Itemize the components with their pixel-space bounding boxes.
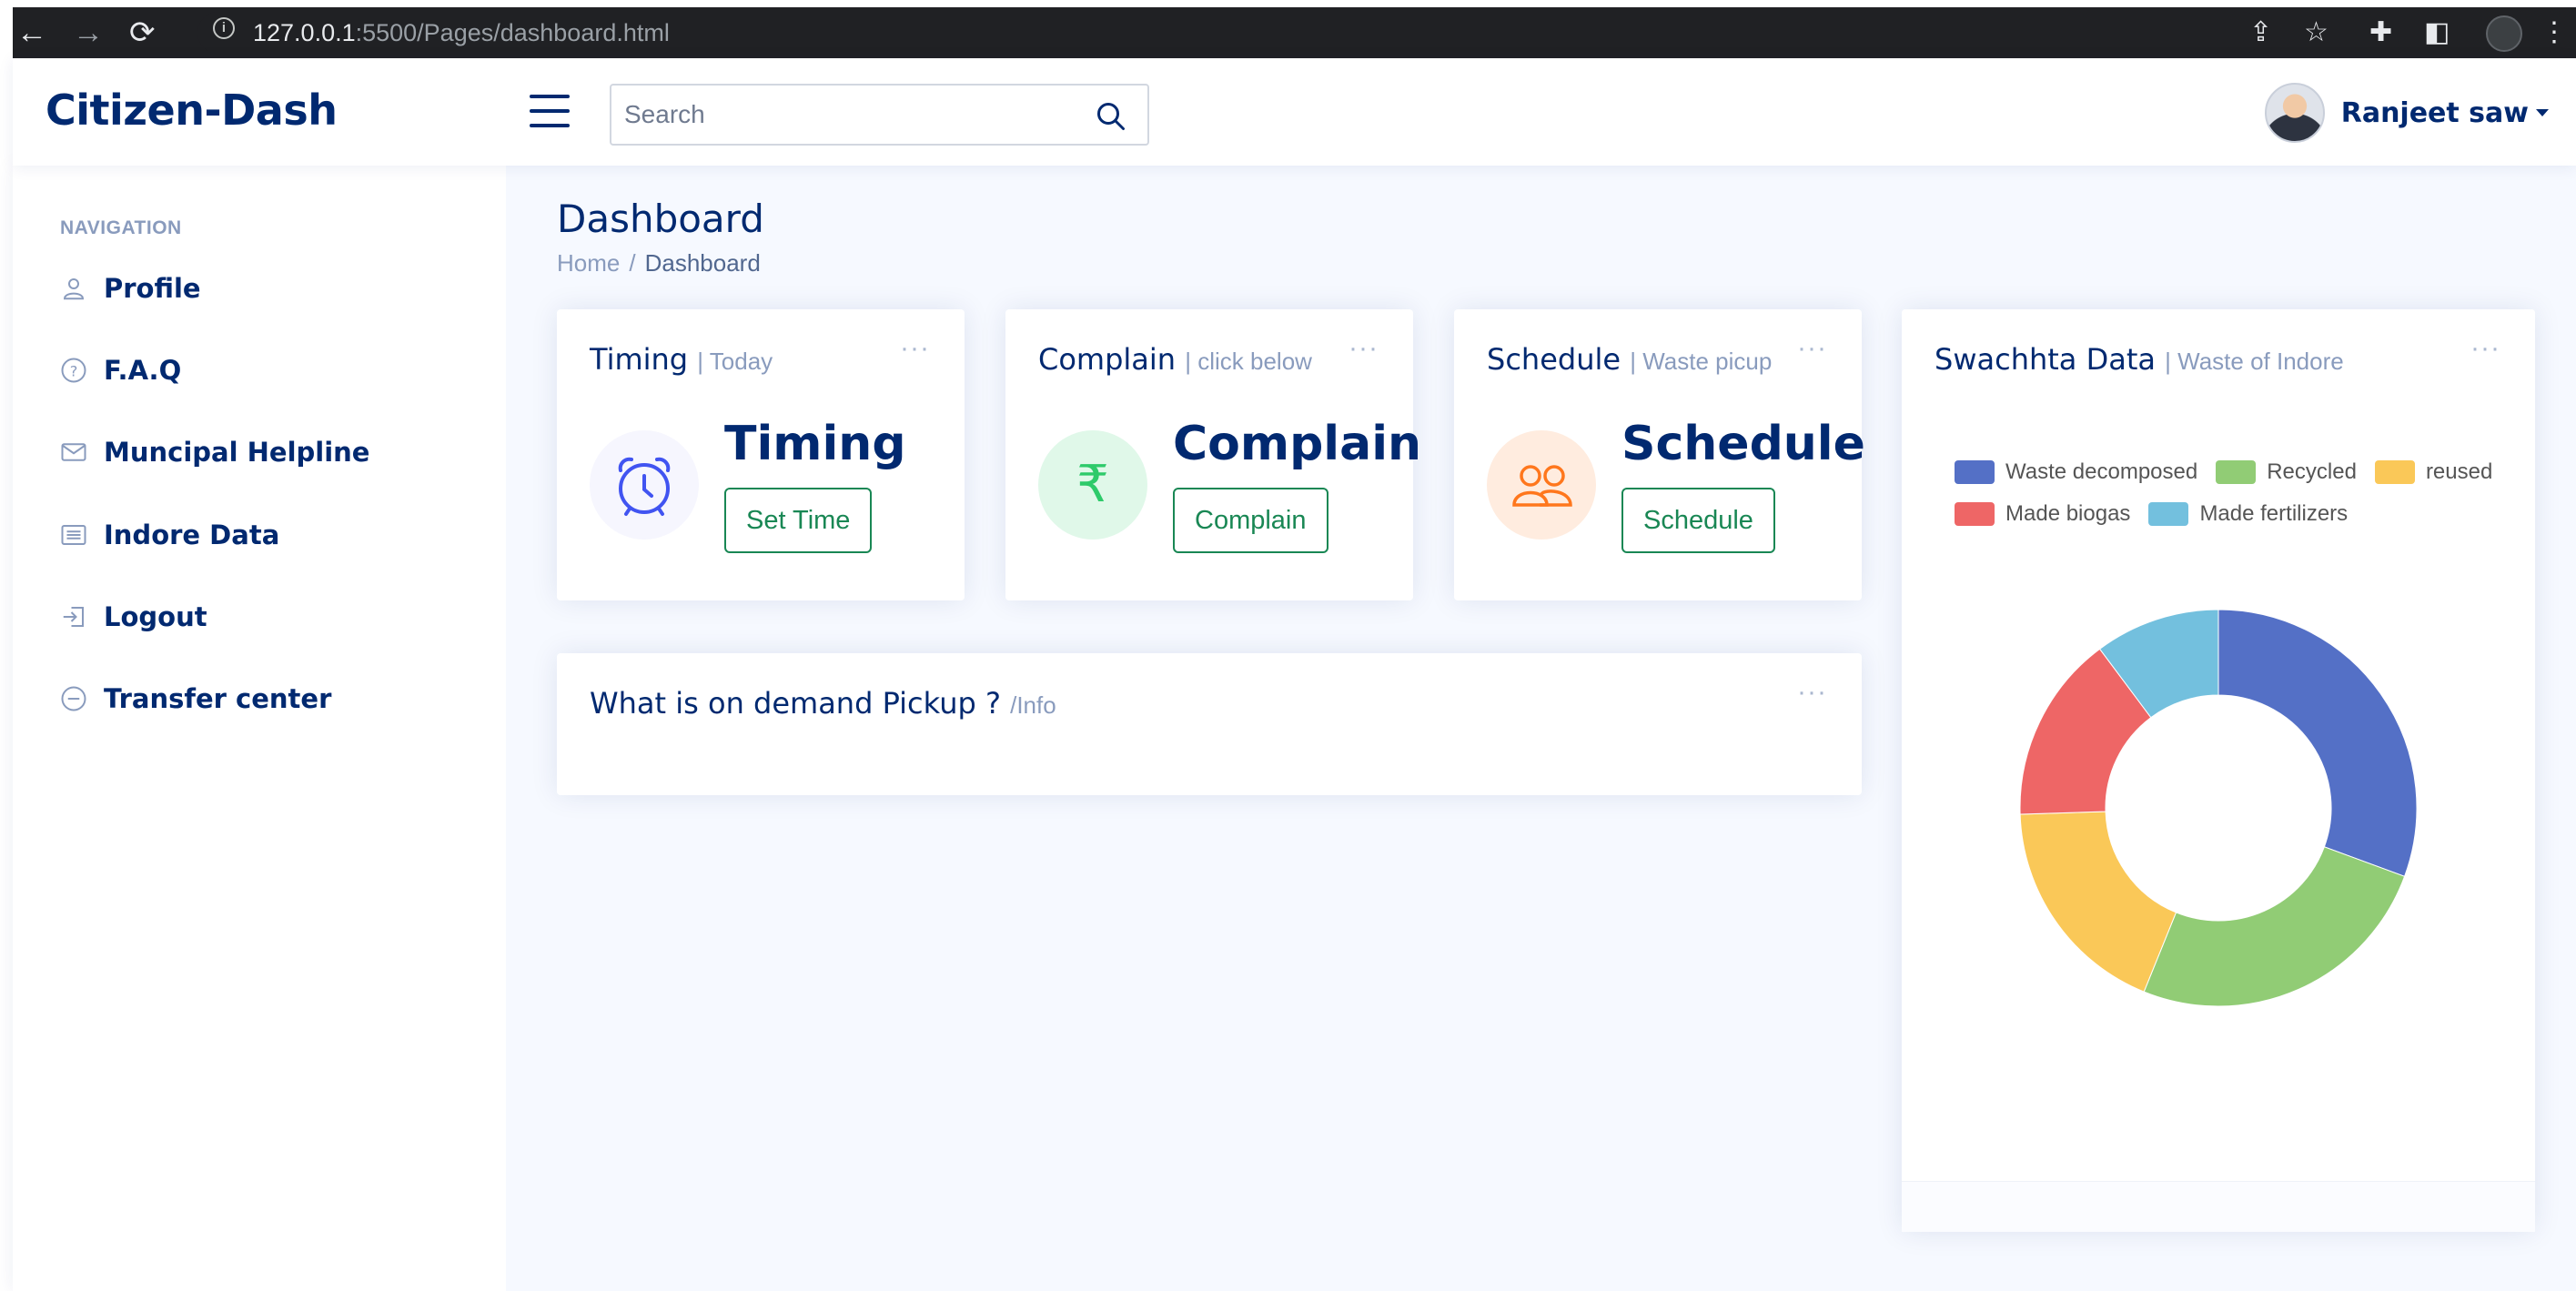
forward-arrow-icon[interactable]: → xyxy=(73,15,104,51)
sidebar-item-label: F.A.Q xyxy=(104,355,182,386)
donut-slice[interactable] xyxy=(2019,811,2177,993)
dash-circle-icon xyxy=(61,686,86,711)
question-circle-icon: ? xyxy=(61,358,86,383)
alarm-icon xyxy=(618,457,671,516)
schedule-card: Schedule | Waste picup ··· Schedule Sche… xyxy=(1454,309,1865,600)
svg-text:₹: ₹ xyxy=(1076,455,1109,514)
card-title: Schedule | Waste picup xyxy=(1487,342,1773,377)
more-options-icon[interactable]: ··· xyxy=(2470,333,2500,364)
legend-label: Waste decomposed xyxy=(2005,459,2198,484)
legend-item[interactable]: Recycled xyxy=(2216,459,2357,485)
chart-legend: Waste decomposed Recycled reused Made bioga… xyxy=(1955,459,2528,543)
sidebar-item-logout[interactable]: Logout xyxy=(60,594,207,640)
sidebar-item-label: Transfer center xyxy=(104,683,332,714)
hamburger-menu-icon[interactable] xyxy=(530,95,570,129)
app-header: Citizen-Dash Ranjeet saw xyxy=(13,58,2576,166)
legend-swatch xyxy=(2216,460,2257,484)
card-title: Timing | Today xyxy=(590,342,773,377)
schedule-button[interactable]: Schedule xyxy=(1621,488,1775,553)
search-bar xyxy=(610,84,1149,146)
sidebar-item-indore-data[interactable]: Indore Data xyxy=(60,512,279,558)
reload-icon[interactable]: ⟳ xyxy=(129,15,156,51)
card-value: Timing xyxy=(724,417,906,471)
more-options-icon[interactable]: ··· xyxy=(1797,677,1827,708)
page-title: Dashboard xyxy=(557,197,764,241)
user-name[interactable]: Ranjeet saw xyxy=(2341,97,2529,129)
legend-label: Recycled xyxy=(2267,459,2357,484)
more-options-icon[interactable]: ··· xyxy=(1349,333,1379,364)
kebab-menu-icon[interactable]: ⋮ xyxy=(2541,16,2568,49)
rupee-icon-container: ₹ xyxy=(1038,430,1147,540)
complain-card: Complain | click below ··· ₹ Complain Co… xyxy=(1005,309,1421,600)
card-title: Complain | click below xyxy=(1038,342,1312,377)
card-title: Swachhta Data | Waste of Indore xyxy=(1935,342,2344,377)
card-value: Schedule xyxy=(1621,417,1865,471)
back-arrow-icon[interactable]: ← xyxy=(16,15,47,51)
card-value: Complain xyxy=(1173,417,1422,471)
more-options-icon[interactable]: ··· xyxy=(900,333,930,364)
more-options-icon[interactable]: ··· xyxy=(1797,333,1827,364)
legend-item[interactable]: Waste decomposed xyxy=(1955,459,2197,485)
address-url[interactable]: 127.0.0.1:5500/Pages/dashboard.html xyxy=(253,17,670,48)
donut-slice[interactable] xyxy=(2143,846,2406,1007)
alarm-icon-container xyxy=(590,430,699,540)
sidebar-item-label: Profile xyxy=(104,273,201,304)
breadcrumb: Home / Dashboard xyxy=(557,249,761,277)
sidebar: NAVIGATION Profile ? F.A.Q Muncipal Help… xyxy=(13,166,506,1291)
avatar[interactable] xyxy=(2264,83,2325,143)
legend-swatch xyxy=(2374,460,2415,484)
donut-slice[interactable] xyxy=(2217,610,2418,877)
sidebar-item-label: Logout xyxy=(104,601,207,632)
sidebar-item-faq[interactable]: ? F.A.Q xyxy=(60,348,181,393)
legend-label: reused xyxy=(2425,459,2493,484)
user-profile-dropdown[interactable]: Ranjeet saw xyxy=(2264,82,2549,144)
legend-label: Made biogas xyxy=(2005,501,2131,526)
person-icon xyxy=(63,278,85,300)
sidebar-item-helpline[interactable]: Muncipal Helpline xyxy=(60,429,369,475)
donut-chart xyxy=(2019,610,2418,1007)
on-demand-pickup-card: What is on demand Pickup ? /Info ··· xyxy=(557,653,1862,795)
svg-text:?: ? xyxy=(70,362,78,379)
app-logo[interactable]: Citizen-Dash xyxy=(45,86,338,135)
side-panel-icon[interactable]: ◧ xyxy=(2424,16,2450,49)
extensions-icon[interactable]: ✚ xyxy=(2369,16,2392,49)
site-info-icon[interactable]: i xyxy=(213,17,235,39)
card-title: What is on demand Pickup ? /Info xyxy=(590,686,1056,721)
people-icon-container xyxy=(1487,430,1596,540)
chevron-down-icon[interactable] xyxy=(2536,109,2549,116)
browser-toolbar: ← → ⟳ i 127.0.0.1:5500/Pages/dashboard.h… xyxy=(13,7,2576,58)
bookmark-star-icon[interactable]: ☆ xyxy=(2304,16,2329,49)
card-list-icon xyxy=(61,525,86,545)
box-arrow-in-right-icon xyxy=(63,607,84,627)
search-icon[interactable] xyxy=(1095,100,1127,133)
share-icon[interactable]: ⇪ xyxy=(2249,16,2272,49)
legend-label: Made fertilizers xyxy=(2199,501,2349,526)
sidebar-item-label: Muncipal Helpline xyxy=(104,437,370,468)
legend-item[interactable]: Made fertilizers xyxy=(2148,501,2348,527)
sidebar-item-profile[interactable]: Profile xyxy=(60,266,201,311)
people-icon xyxy=(1512,465,1572,507)
sidebar-item-label: Indore Data xyxy=(104,519,280,550)
breadcrumb-home[interactable]: Home xyxy=(557,249,620,277)
legend-swatch xyxy=(1955,502,1995,526)
timing-card: Timing | Today ··· Timing Set Time xyxy=(557,309,965,600)
search-input[interactable] xyxy=(624,96,1079,133)
sidebar-heading: NAVIGATION xyxy=(60,217,182,238)
swachhta-chart-card: Swachhta Data | Waste of Indore ··· Wast… xyxy=(1902,309,2535,1232)
browser-profile-avatar[interactable] xyxy=(2486,15,2522,52)
envelope-icon xyxy=(61,443,86,461)
sidebar-item-transfer-center[interactable]: Transfer center xyxy=(60,676,331,721)
legend-swatch xyxy=(2148,502,2189,526)
set-time-button[interactable]: Set Time xyxy=(724,488,873,553)
legend-item[interactable]: Made biogas xyxy=(1955,501,2130,527)
complain-button[interactable]: Complain xyxy=(1173,488,1328,553)
rupee-icon: ₹ xyxy=(1076,455,1109,514)
legend-swatch xyxy=(1955,460,1995,484)
legend-item[interactable]: reused xyxy=(2374,459,2493,485)
main-content: Dashboard Home / Dashboard Timing | Today … xyxy=(506,166,2576,1291)
breadcrumb-current: Dashboard xyxy=(644,249,761,277)
